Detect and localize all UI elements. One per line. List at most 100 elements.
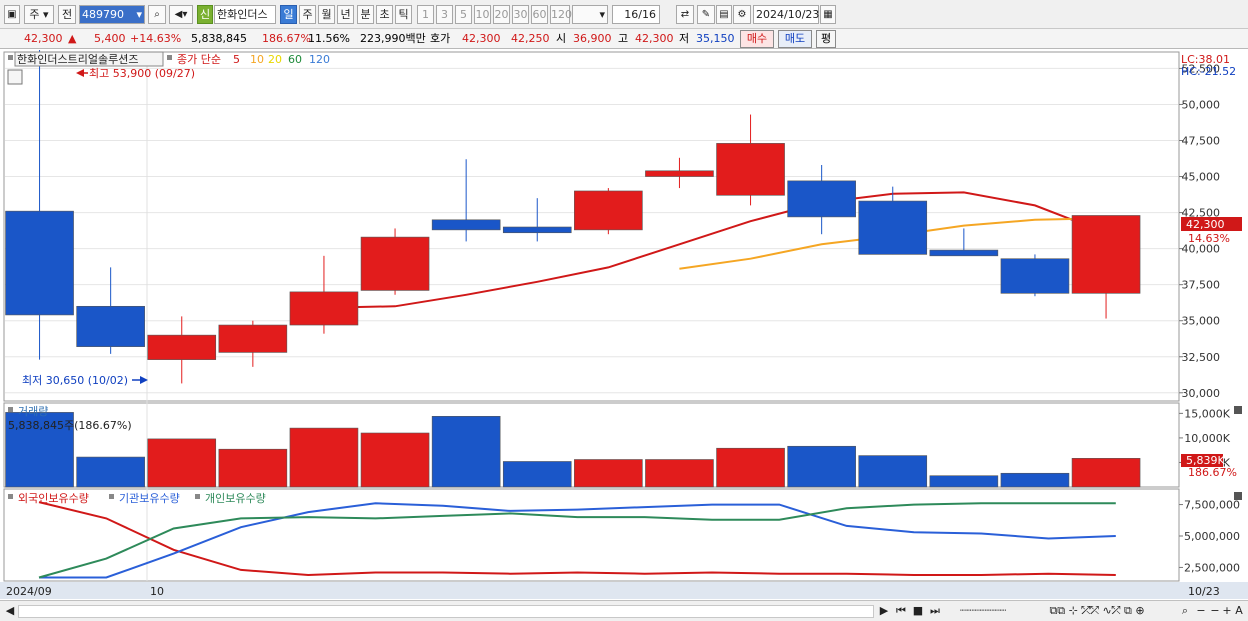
open-label: 시 xyxy=(556,32,567,45)
interval-button-3[interactable]: 10 xyxy=(474,5,491,24)
stock-code-value: 489790 xyxy=(82,8,124,21)
scroll-left-icon[interactable]: ◀ xyxy=(4,603,16,618)
period-tab-1[interactable]: 주 xyxy=(299,5,316,24)
drawing-tools-icons[interactable]: ⧉⧉ ⊹ ⤱⤱ ∿⤱ ⧉ ⊕ xyxy=(1022,603,1172,618)
volume-bar[interactable] xyxy=(787,445,856,488)
volume-bar[interactable] xyxy=(147,438,217,488)
period-select[interactable]: 주 ▾ xyxy=(24,5,54,24)
ma-legend-60: 60 xyxy=(288,53,302,66)
volume-bar[interactable] xyxy=(76,456,145,488)
period-tab-6[interactable]: 틱 xyxy=(395,5,412,24)
holding-bullet-2 xyxy=(195,494,200,499)
candle-body[interactable] xyxy=(1000,258,1070,294)
candle-body[interactable] xyxy=(1071,215,1141,294)
volume-bar[interactable] xyxy=(716,447,785,488)
interval-button-7[interactable]: 120 xyxy=(550,5,572,24)
volume-bar[interactable] xyxy=(289,427,359,488)
holding-tick-label: 2,500,000 xyxy=(1184,561,1240,574)
period-tab-2[interactable]: 월 xyxy=(318,5,335,24)
volume-panel-close-icon[interactable] xyxy=(1234,406,1242,414)
text-size-icon[interactable]: A xyxy=(1232,603,1246,618)
interval-button-6[interactable]: 60 xyxy=(531,5,548,24)
scroll-right-icon[interactable]: ▶ xyxy=(878,603,890,618)
volume-ratio: 186.67% xyxy=(262,32,311,45)
candle-body[interactable] xyxy=(929,249,999,257)
zoom-out-icon[interactable]: − xyxy=(1194,603,1208,618)
candle-body[interactable] xyxy=(431,219,501,231)
volume-bar[interactable] xyxy=(858,455,928,488)
scroll-track[interactable] xyxy=(18,605,874,618)
candle-body[interactable] xyxy=(5,210,74,316)
period-tab-0[interactable]: 일 xyxy=(280,5,297,24)
candle-body[interactable] xyxy=(360,236,430,291)
candle-body[interactable] xyxy=(218,324,288,353)
volume-bar[interactable] xyxy=(929,475,999,488)
candle-body[interactable] xyxy=(716,143,785,196)
chart-scrollbar[interactable]: ◀ ▶ ⏮ ■ ⏭ ┈┈┈┈┈┈┈ ⧉⧉ ⊹ ⤱⤱ ∿⤱ ⧉ ⊕ ⌕ − − +… xyxy=(0,600,1248,621)
zoom-slider[interactable]: ┈┈┈┈┈┈┈ xyxy=(948,603,1018,618)
volume-bar[interactable] xyxy=(502,461,572,488)
save-icon[interactable]: ▤ xyxy=(716,5,732,24)
buy-button[interactable]: 매수 xyxy=(740,30,774,48)
last-pct-tag: 14.63% xyxy=(1188,232,1230,245)
period-tab-4[interactable]: 분 xyxy=(357,5,374,24)
interval-dropdown[interactable]: ▾ xyxy=(572,5,608,24)
candle-body[interactable] xyxy=(289,291,359,326)
open-price: 36,900 xyxy=(573,32,612,45)
calendar-icon[interactable]: ▦ xyxy=(820,5,836,24)
window-menu-icon[interactable]: ▣ xyxy=(4,5,20,24)
stock-code-input[interactable]: 489790 ▾ xyxy=(79,5,145,24)
rewind-icon[interactable]: ⏮ xyxy=(893,603,909,618)
candle-body[interactable] xyxy=(502,226,572,234)
volume-bar[interactable] xyxy=(431,416,501,488)
holding-panel-close-icon[interactable] xyxy=(1234,492,1242,500)
candle-body[interactable] xyxy=(574,190,643,231)
volume-bar[interactable] xyxy=(574,459,643,488)
compare-icon[interactable]: ⇄ xyxy=(676,5,694,24)
time-axis-bar xyxy=(0,582,1248,599)
search-icon[interactable]: ⌕ xyxy=(148,5,166,24)
candle-body[interactable] xyxy=(787,180,856,218)
interval-button-1[interactable]: 3 xyxy=(436,5,453,24)
price-tick-label: 37,500 xyxy=(1182,279,1221,292)
ma-legend-label: 종가 단순 xyxy=(177,53,221,66)
volume-bar[interactable] xyxy=(218,448,288,488)
indicator-table-icon[interactable] xyxy=(7,69,23,85)
period-tab-5[interactable]: 초 xyxy=(376,5,393,24)
prev-button[interactable]: 전 xyxy=(58,5,76,24)
period-tab-3[interactable]: 년 xyxy=(337,5,354,24)
gear-icon[interactable]: ⚙ xyxy=(733,5,751,24)
ma-legend-20: 20 xyxy=(268,53,282,66)
volume-tick-label: 10,000K xyxy=(1184,432,1230,445)
stop-icon[interactable]: ■ xyxy=(911,603,925,618)
candle-body[interactable] xyxy=(858,200,928,255)
chart-toolbar: ▣ 주 ▾ 전 489790 ▾ ⌕ ◀▾ 신 한화인더스 일주월년분초틱 135… xyxy=(0,0,1248,29)
interval-button-4[interactable]: 20 xyxy=(493,5,510,24)
max-price-label: 최고 53,900 (09/27) xyxy=(89,67,195,80)
interval-button-5[interactable]: 30 xyxy=(512,5,529,24)
interval-button-2[interactable]: 5 xyxy=(455,5,472,24)
date-input[interactable]: 2024/10/23 xyxy=(753,5,819,24)
hc-label: HC:-21.52 xyxy=(1181,65,1236,78)
sell-button[interactable]: 매도 xyxy=(778,30,812,48)
volume-bar[interactable] xyxy=(645,459,714,488)
min-price-label: 최저 30,650 (10/02) xyxy=(22,374,128,387)
speaker-icon[interactable]: ◀▾ xyxy=(169,5,193,24)
low-label: 저 xyxy=(679,32,690,45)
new-listing-badge: 신 xyxy=(197,5,213,24)
fast-forward-icon[interactable]: ⏭ xyxy=(927,603,943,618)
zoom-icon[interactable]: ⌕ xyxy=(1178,603,1192,618)
price-change: 5,400 xyxy=(94,32,126,45)
trade-amount: 223,990백만 xyxy=(360,32,426,45)
candle-body[interactable] xyxy=(147,334,217,360)
time-axis-month-label: 10 xyxy=(150,585,164,598)
eval-button[interactable]: 평 xyxy=(816,30,836,48)
volume-bar[interactable] xyxy=(1000,472,1070,488)
draw-tool-icon[interactable]: ✎ xyxy=(697,5,715,24)
volume-bar[interactable] xyxy=(360,432,430,488)
candle-body[interactable] xyxy=(645,170,714,177)
candle-body[interactable] xyxy=(76,305,145,347)
volume-bar[interactable] xyxy=(1071,458,1141,488)
stock-chart[interactable]: 52,50050,00047,50045,00042,50040,00037,5… xyxy=(0,50,1248,600)
interval-button-0[interactable]: 1 xyxy=(417,5,434,24)
